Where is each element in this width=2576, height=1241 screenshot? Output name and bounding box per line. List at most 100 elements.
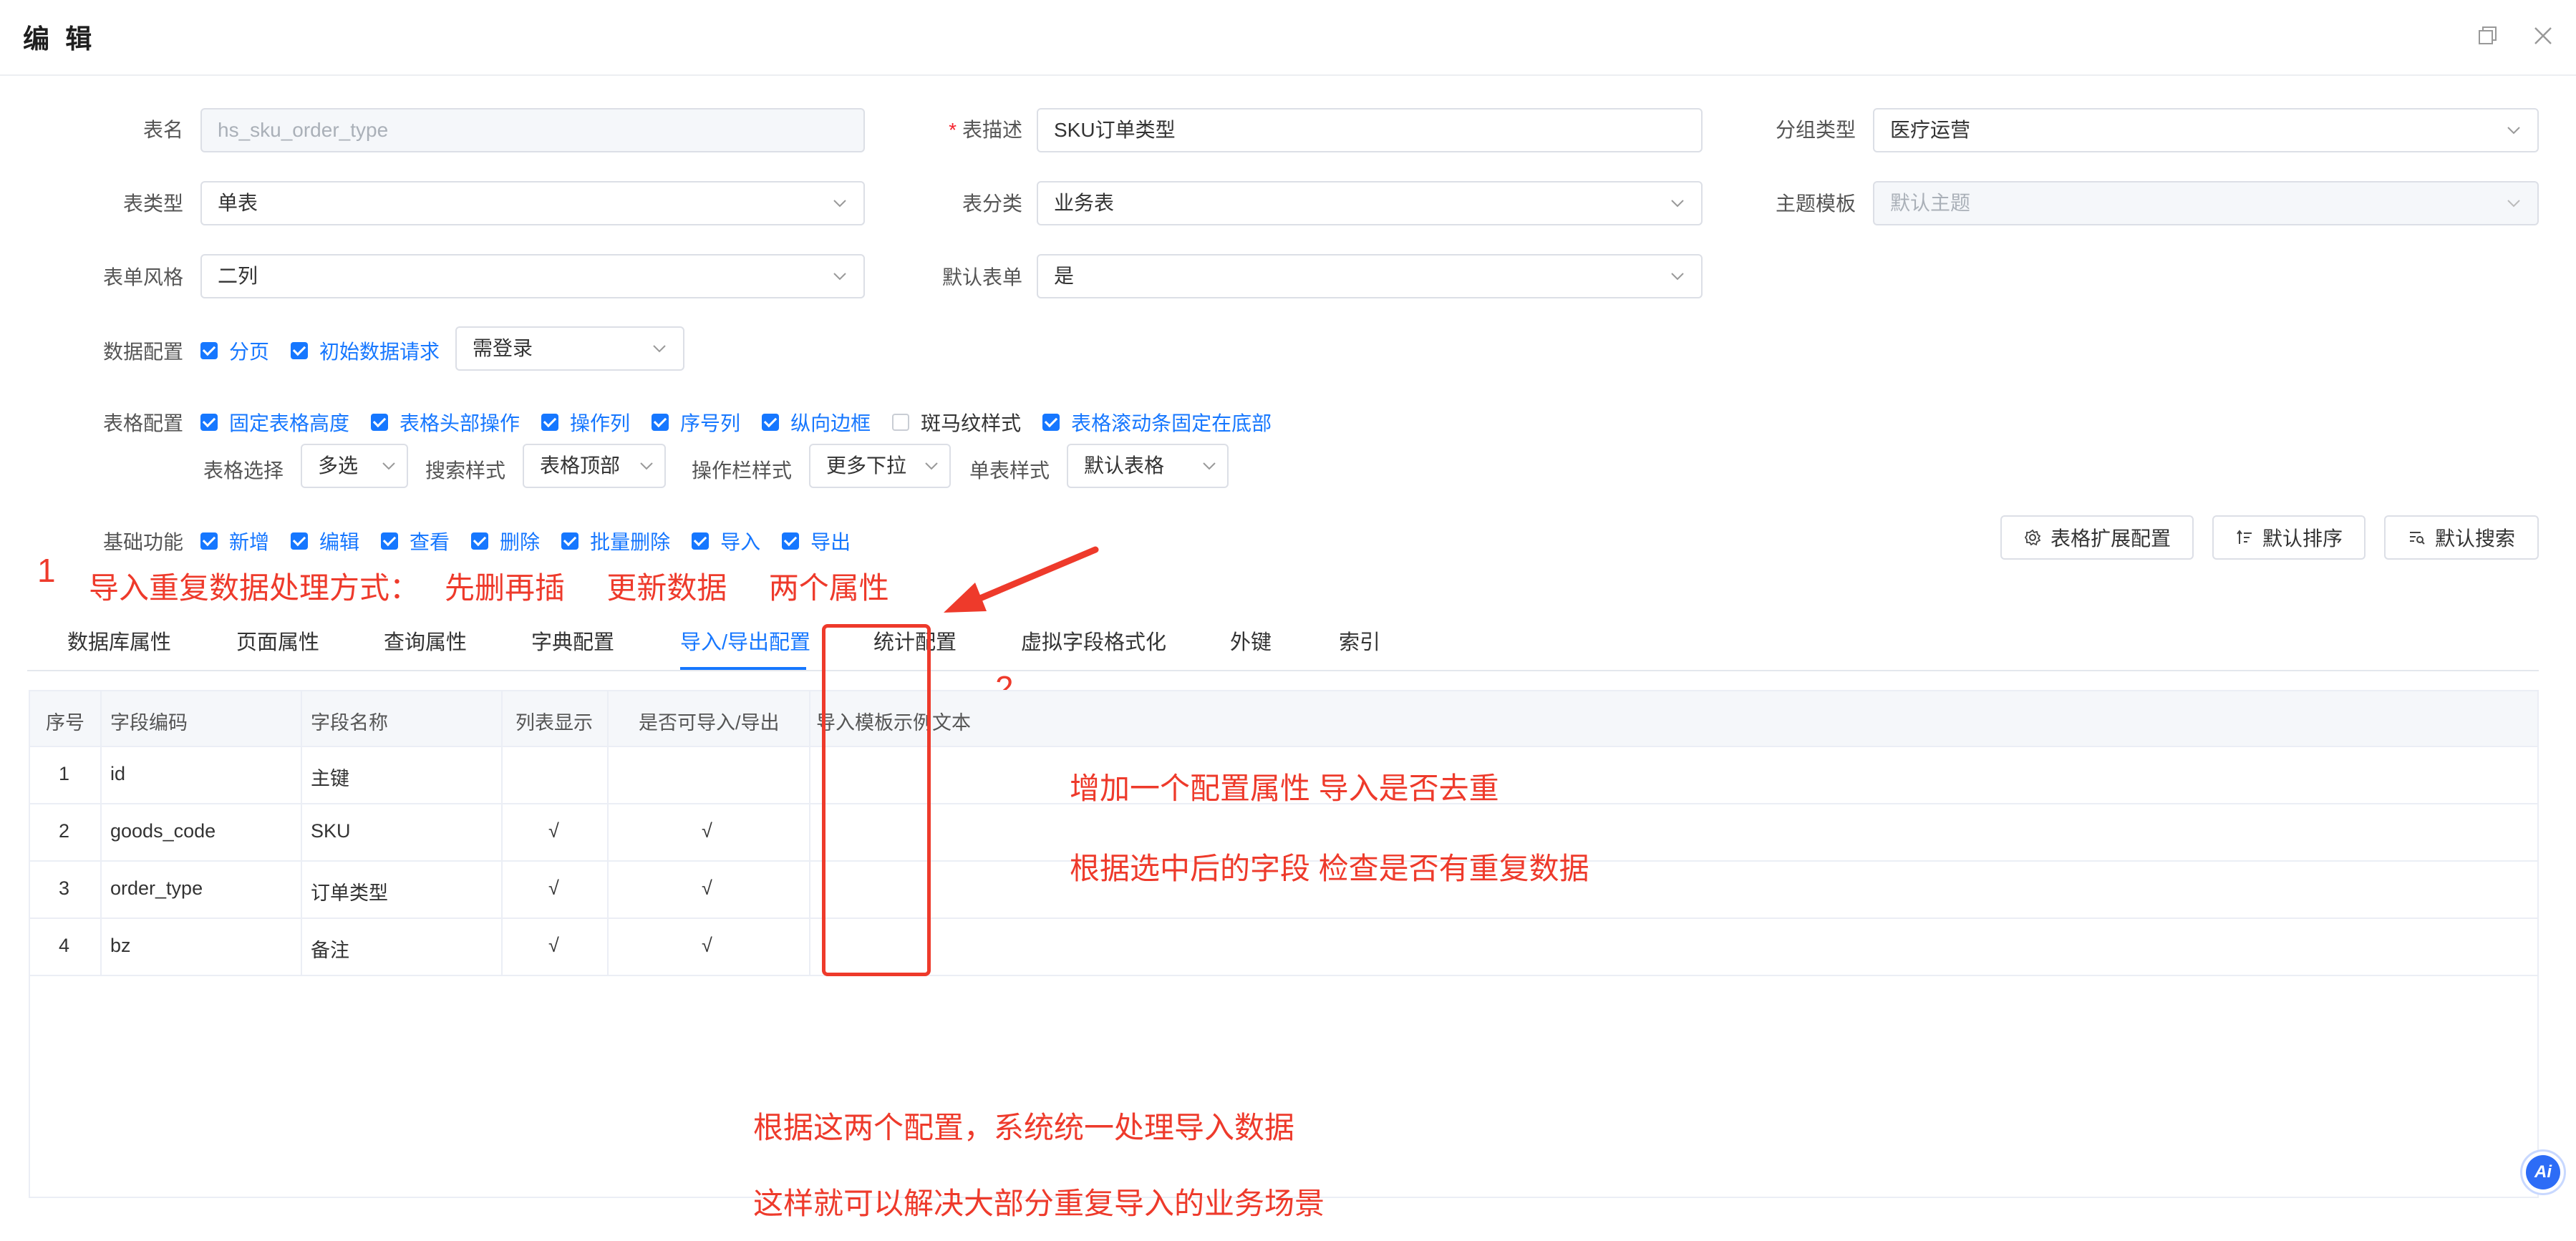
checkbox-box — [471, 532, 489, 550]
checkbox-box — [200, 532, 218, 550]
checkbox-initial-request[interactable]: 初始数据请求 — [291, 336, 440, 365]
table-desc-input[interactable]: SKU订单类型 — [1037, 108, 1703, 152]
restore-icon[interactable] — [2473, 21, 2502, 50]
table-cell-importable: √ — [702, 877, 712, 899]
checkbox-action-column[interactable]: 操作列 — [541, 408, 630, 437]
tab-virtual-field-format[interactable]: 虚拟字段格式化 — [1021, 626, 1166, 656]
checkbox-zebra[interactable]: 斑马纹样式 — [892, 408, 1021, 437]
table-config-label: 表格配置 — [102, 412, 183, 434]
tab-dictionary-config[interactable]: 字典配置 — [531, 626, 614, 656]
table-cell-importable: √ — [702, 935, 712, 956]
annotation-text-1: 导入重复数据处理方式： 先删再插 更新数据 两个属性 — [89, 571, 889, 605]
checkbox-add[interactable]: 新增 — [200, 527, 269, 555]
checkbox-index-column[interactable]: 序号列 — [652, 408, 740, 437]
table-category-label: 表分类 — [962, 193, 1022, 215]
table-category-select[interactable]: 业务表 — [1037, 181, 1703, 225]
checkbox-box — [782, 532, 800, 550]
default-sort-button[interactable]: 默认排序 — [2212, 515, 2366, 560]
chevron-down-icon — [2506, 195, 2522, 211]
chevron-down-icon — [924, 458, 939, 474]
table-select-select[interactable]: 多选 — [301, 444, 408, 488]
tab-query-properties[interactable]: 查询属性 — [384, 626, 467, 656]
basic-functions-checkboxes: 新增 编辑 查看 删除 批量删除 导入 导出 — [200, 527, 872, 555]
tab-index[interactable]: 索引 — [1339, 626, 1380, 656]
checkbox-box — [541, 414, 559, 431]
default-form-label: 默认表单 — [941, 266, 1022, 288]
sort-icon — [2237, 530, 2252, 544]
group-type-label: 分组类型 — [1775, 119, 1856, 141]
table-cell-index: 1 — [59, 763, 70, 784]
ai-assistant-button[interactable]: Ai — [2520, 1149, 2566, 1195]
active-tab-indicator — [680, 667, 806, 670]
table-cell-field-name: 主键 — [311, 768, 349, 789]
checkbox-delete[interactable]: 删除 — [471, 527, 540, 555]
checkbox-box — [892, 414, 910, 431]
basic-functions-label: 基础功能 — [102, 531, 183, 553]
column-divider — [607, 691, 609, 975]
row-divider — [30, 918, 2537, 919]
table-type-select[interactable]: 单表 — [200, 181, 865, 225]
form-style-label: 表单风格 — [102, 266, 183, 288]
checkbox-box — [1042, 414, 1060, 431]
checkbox-batch-delete[interactable]: 批量删除 — [561, 527, 670, 555]
column-divider — [100, 691, 102, 975]
table-cell-field-code: id — [110, 763, 126, 784]
tab-page-properties[interactable]: 页面属性 — [236, 626, 319, 656]
login-select[interactable]: 需登录 — [455, 326, 684, 371]
checkbox-header-actions[interactable]: 表格头部操作 — [371, 408, 520, 437]
table-extension-config-button[interactable]: 表格扩展配置 — [2000, 515, 2194, 560]
close-icon[interactable] — [2529, 21, 2557, 50]
table-cell-list-display: √ — [548, 935, 559, 956]
column-header-importable: 是否可导入/导出 — [639, 712, 780, 734]
chevron-down-icon — [1670, 195, 1685, 211]
checkbox-vertical-border[interactable]: 纵向边框 — [762, 408, 871, 437]
table-cell-index: 3 — [59, 877, 70, 899]
checkbox-edit[interactable]: 编辑 — [291, 527, 359, 555]
default-search-button[interactable]: 默认搜索 — [2384, 515, 2539, 560]
chevron-down-icon — [1201, 458, 1217, 474]
table-cell-field-name: SKU — [311, 820, 351, 842]
table-cell-list-display: √ — [548, 820, 559, 842]
tab-import-export-config[interactable]: 导入/导出配置 — [680, 626, 810, 656]
annotation-text-2a: 增加一个配置属性 导入是否去重 — [1070, 772, 1499, 805]
form-style-select[interactable]: 二列 — [200, 254, 865, 298]
checkbox-view[interactable]: 查看 — [381, 527, 450, 555]
single-table-style-label: 单表样式 — [969, 459, 1050, 482]
checkbox-pagination[interactable]: 分页 — [200, 336, 269, 365]
search-style-label: 搜索样式 — [425, 459, 506, 482]
tab-database-properties[interactable]: 数据库属性 — [67, 626, 171, 656]
chevron-down-icon — [1670, 268, 1685, 284]
table-select-label: 表格选择 — [203, 459, 284, 482]
checkbox-fixed-scrollbar[interactable]: 表格滚动条固定在底部 — [1042, 408, 1272, 437]
tab-foreign-key[interactable]: 外键 — [1230, 626, 1272, 656]
column-header-index: 序号 — [46, 712, 84, 734]
checkbox-box — [652, 414, 669, 431]
theme-template-label: 主题模板 — [1775, 193, 1856, 215]
table-cell-list-display: √ — [548, 877, 559, 899]
table-name-input[interactable]: hs_sku_order_type — [200, 108, 865, 152]
checkbox-box — [371, 414, 389, 431]
search-list-icon — [2409, 532, 2425, 545]
group-type-select[interactable]: 医疗运营 — [1873, 108, 2539, 152]
annotation-text-2b: 根据选中后的字段 检查是否有重复数据 — [1070, 852, 1589, 885]
checkbox-import[interactable]: 导入 — [692, 527, 760, 555]
theme-template-select[interactable]: 默认主题 — [1873, 181, 2539, 225]
column-header-field-name: 字段名称 — [311, 712, 388, 734]
checkbox-fixed-height[interactable]: 固定表格高度 — [200, 408, 349, 437]
checkbox-box — [200, 414, 218, 431]
column-header-field-code: 字段编码 — [110, 712, 188, 734]
chevron-down-icon — [639, 458, 654, 474]
chevron-down-icon — [832, 268, 848, 284]
table-cell-importable: √ — [702, 820, 712, 842]
search-style-select[interactable]: 表格顶部 — [523, 444, 666, 488]
chevron-down-icon — [832, 195, 848, 211]
annotation-text-3b: 这样就可以解决大部分重复导入的业务场景 — [753, 1187, 1325, 1220]
action-style-select[interactable]: 更多下拉 — [809, 444, 951, 488]
checkbox-export[interactable]: 导出 — [782, 527, 851, 555]
column-divider — [809, 691, 810, 975]
table-name-label: 表名 — [142, 119, 183, 141]
default-form-select[interactable]: 是 — [1037, 254, 1703, 298]
single-table-style-select[interactable]: 默认表格 — [1067, 444, 1229, 488]
config-tabs: 数据库属性 页面属性 查询属性 字典配置 导入/导出配置 统计配置 虚拟字段格式… — [27, 614, 2539, 671]
checkbox-box — [762, 414, 780, 431]
